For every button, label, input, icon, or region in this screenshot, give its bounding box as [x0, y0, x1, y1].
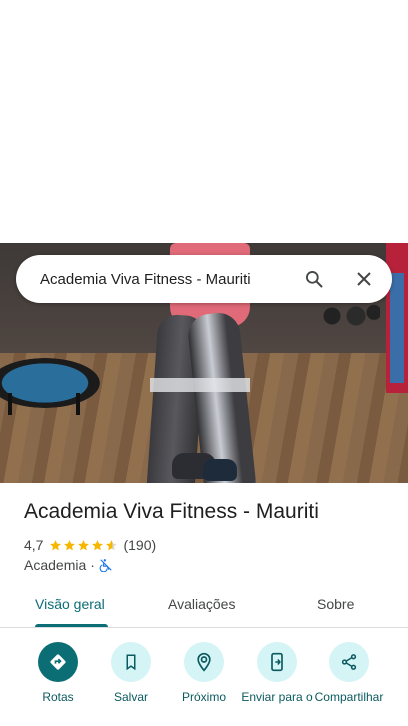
save-label: Salvar — [113, 690, 148, 704]
rating-value: 4,7 — [24, 537, 44, 553]
share-button[interactable]: Compartilhar — [311, 642, 387, 704]
star-icon — [50, 539, 62, 550]
category-row: Academia · — [24, 556, 113, 574]
search-icon[interactable] — [302, 267, 326, 291]
separator-dot: · — [90, 557, 95, 573]
nearby-button[interactable]: Próximo — [166, 642, 242, 704]
send-to-phone-icon — [257, 642, 297, 682]
save-button[interactable]: Salvar — [93, 642, 169, 704]
directions-label: Rotas — [42, 690, 74, 704]
star-half-icon — [106, 539, 118, 550]
tab-overview[interactable]: Visão geral — [35, 596, 105, 612]
close-icon[interactable] — [352, 267, 376, 291]
tab-indicator — [35, 624, 108, 627]
directions-button[interactable]: Rotas — [20, 642, 96, 704]
send-to-phone-label: Enviar para o — [241, 690, 313, 704]
tab-bar: Visão geral Avaliações Sobre — [0, 586, 408, 628]
category-label: Academia — [24, 557, 87, 573]
tab-about[interactable]: Sobre — [317, 596, 354, 612]
rating-row[interactable]: 4,7 (190) — [24, 536, 156, 554]
directions-icon — [38, 642, 78, 682]
star-icon — [64, 539, 76, 550]
no-wheelchair-access-icon — [99, 558, 113, 572]
place-title: Academia Viva Fitness - Mauriti — [24, 500, 319, 523]
place-sheet: Academia Viva Fitness - Mauriti Academia… — [0, 0, 408, 726]
nearby-label: Próximo — [181, 690, 226, 704]
search-bar[interactable]: Academia Viva Fitness - Mauriti — [16, 255, 392, 303]
share-label: Compartilhar — [314, 690, 384, 704]
tab-reviews[interactable]: Avaliações — [168, 596, 235, 612]
nearby-icon — [184, 642, 224, 682]
review-count: (190) — [123, 537, 157, 553]
share-icon — [329, 642, 369, 682]
send-to-phone-button[interactable]: Enviar para o — [239, 642, 315, 704]
search-input[interactable]: Academia Viva Fitness - Mauriti — [40, 271, 302, 288]
map-area[interactable] — [0, 0, 408, 243]
star-icon — [92, 539, 104, 550]
star-rating — [49, 539, 119, 552]
bookmark-icon — [111, 642, 151, 682]
star-icon — [78, 539, 90, 550]
